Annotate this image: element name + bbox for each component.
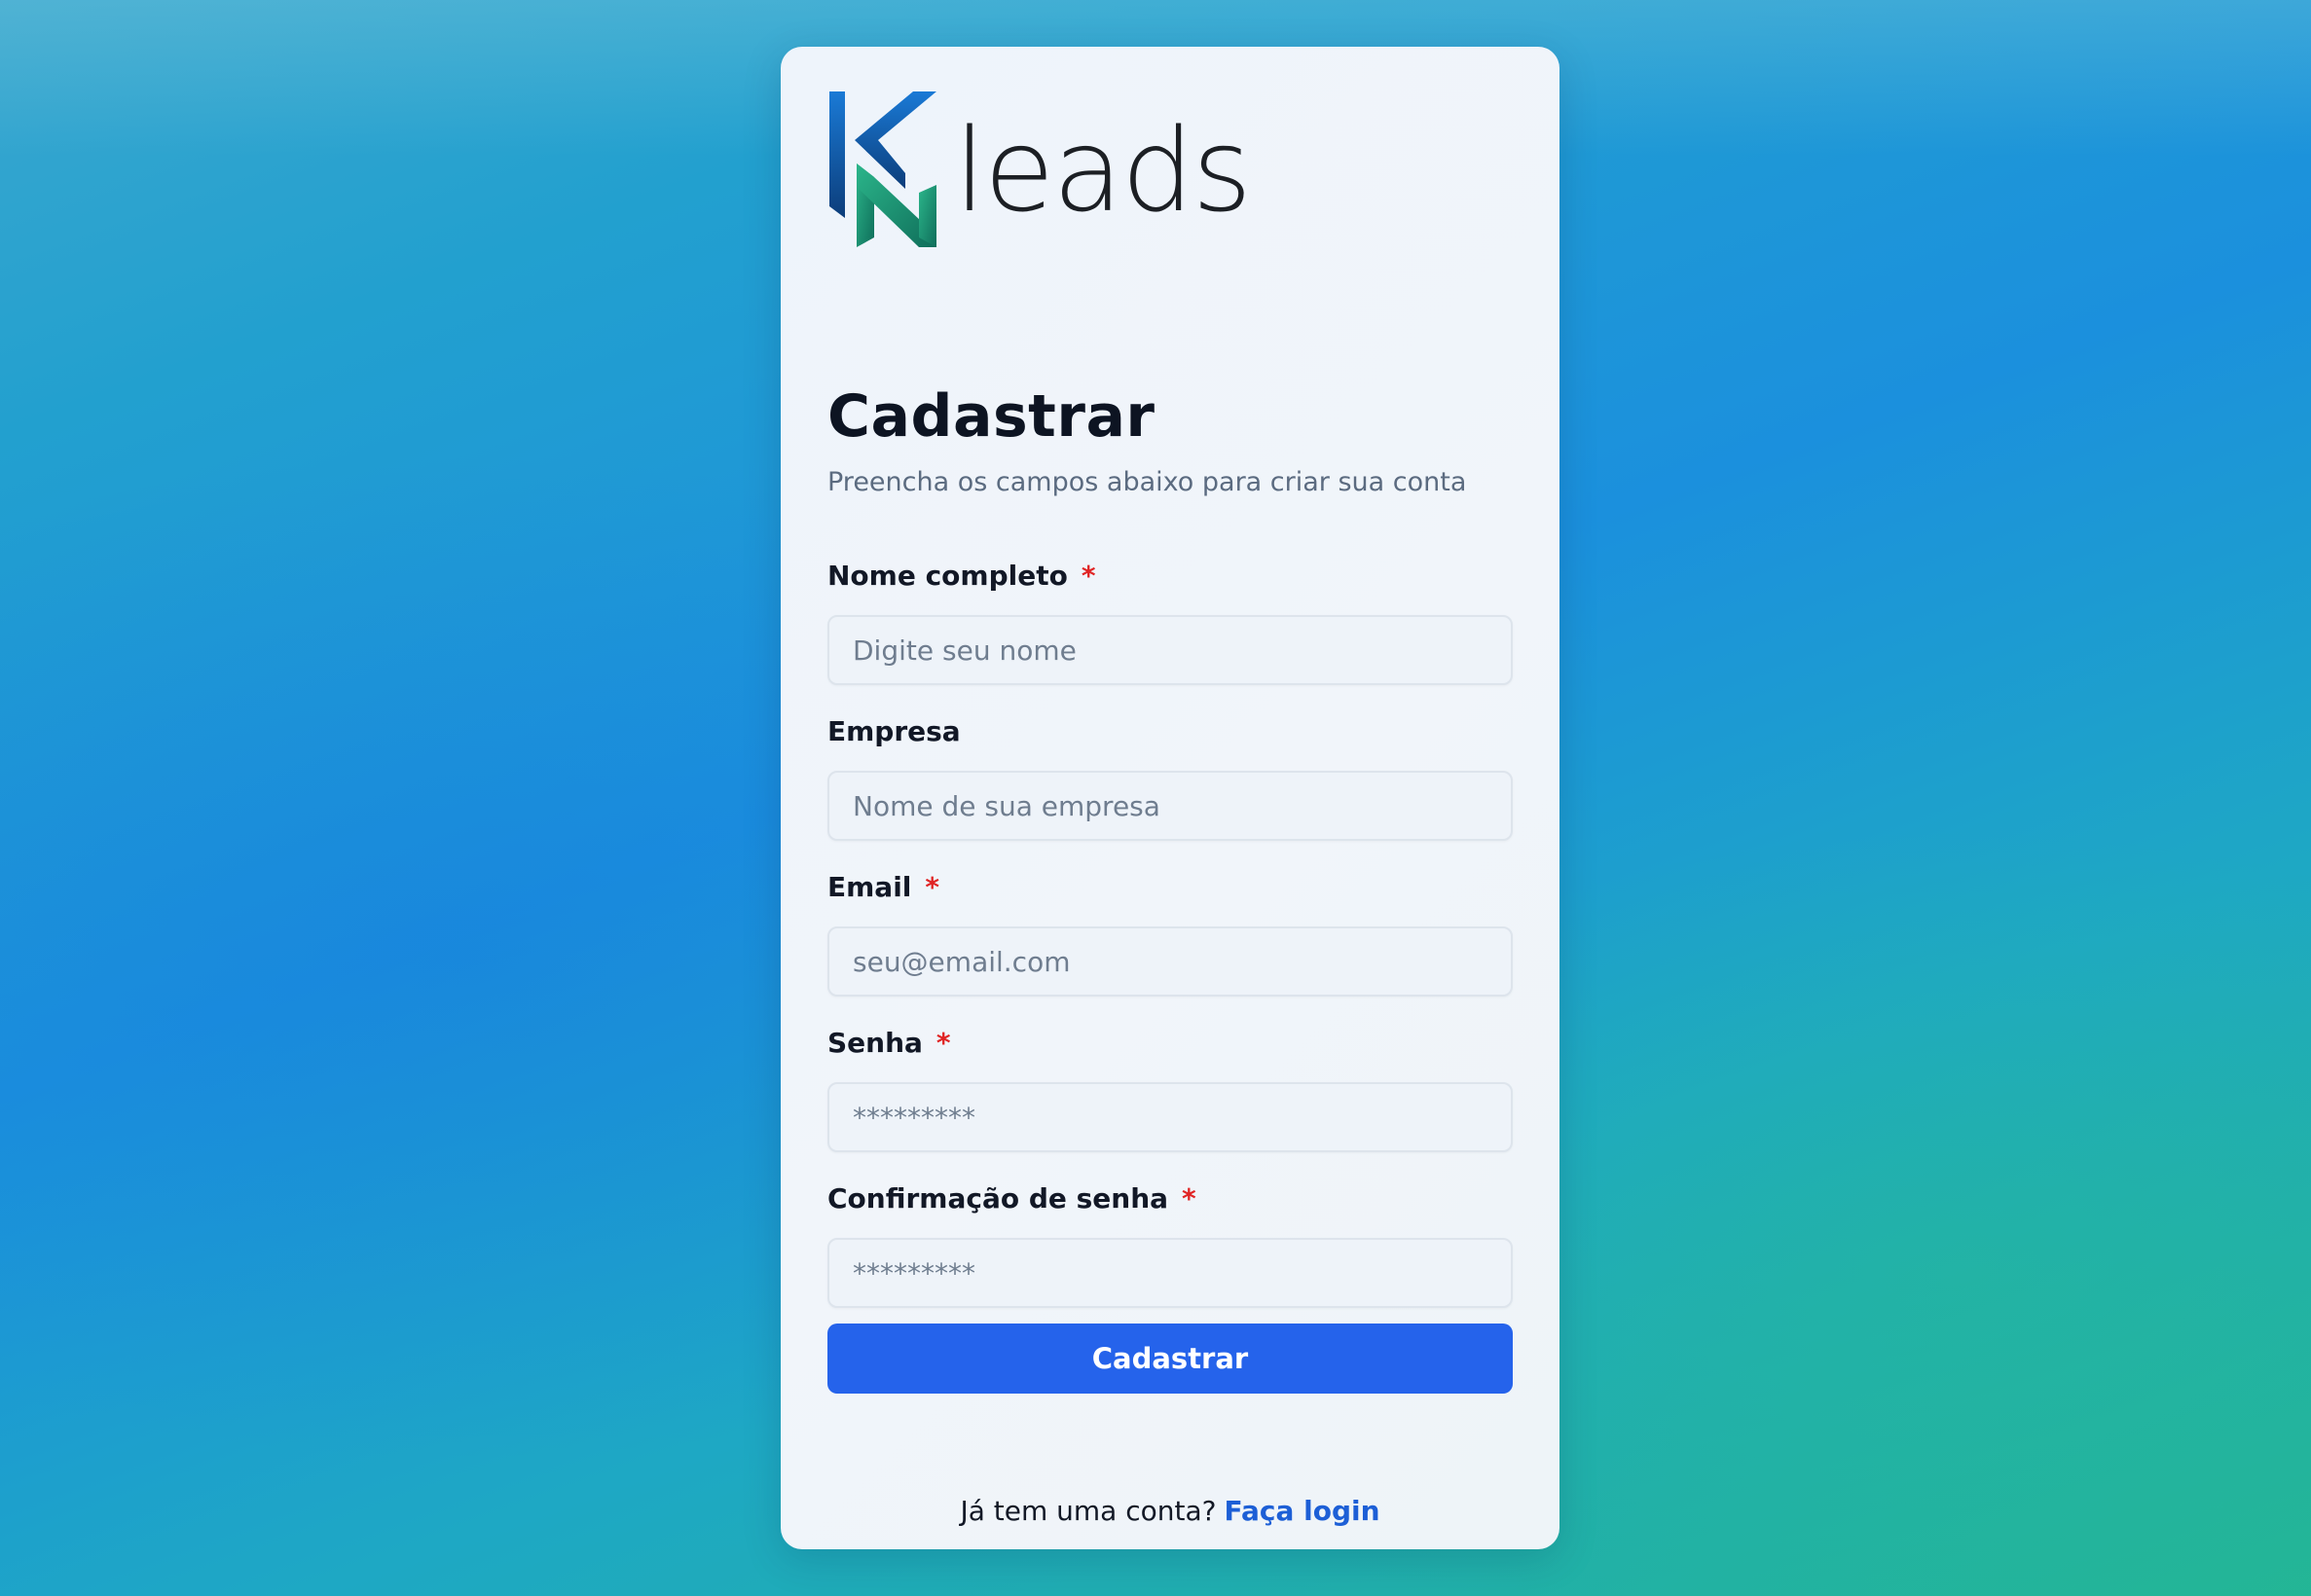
name-input[interactable] — [827, 615, 1513, 685]
password-label-text: Senha — [827, 1027, 923, 1059]
name-label-text: Nome completo — [827, 560, 1068, 592]
login-prompt: Já tem uma conta? Faça login — [781, 1495, 1559, 1528]
signup-card: leads Cadastrar Preencha os campos abaix… — [781, 47, 1559, 1549]
name-label: Nome completo * — [827, 560, 1096, 593]
brand-wordmark: leads — [954, 103, 1252, 237]
company-input[interactable] — [827, 771, 1513, 841]
required-marker: * — [935, 1027, 951, 1059]
login-link[interactable]: Faça login — [1225, 1495, 1380, 1527]
required-marker: * — [1182, 1182, 1196, 1215]
password-confirm-input[interactable] — [827, 1238, 1513, 1308]
password-input[interactable] — [827, 1082, 1513, 1152]
email-label: Email * — [827, 871, 939, 904]
company-label: Empresa — [827, 715, 961, 748]
company-label-text: Empresa — [827, 715, 961, 747]
password-confirm-label-text: Confirmação de senha — [827, 1182, 1169, 1215]
email-input[interactable] — [827, 926, 1513, 997]
email-label-text: Email — [827, 871, 912, 903]
page-subtitle: Preencha os campos abaixo para criar sua… — [827, 467, 1467, 497]
brand-logo: leads — [827, 91, 1252, 257]
password-label: Senha * — [827, 1027, 951, 1060]
login-prompt-text: Já tem uma conta? — [960, 1495, 1217, 1527]
k-logo-icon — [829, 91, 936, 247]
required-marker: * — [1081, 560, 1096, 592]
page-title: Cadastrar — [827, 382, 1156, 451]
required-marker: * — [925, 871, 940, 903]
submit-button[interactable]: Cadastrar — [827, 1324, 1513, 1394]
password-confirm-label: Confirmação de senha * — [827, 1182, 1196, 1215]
